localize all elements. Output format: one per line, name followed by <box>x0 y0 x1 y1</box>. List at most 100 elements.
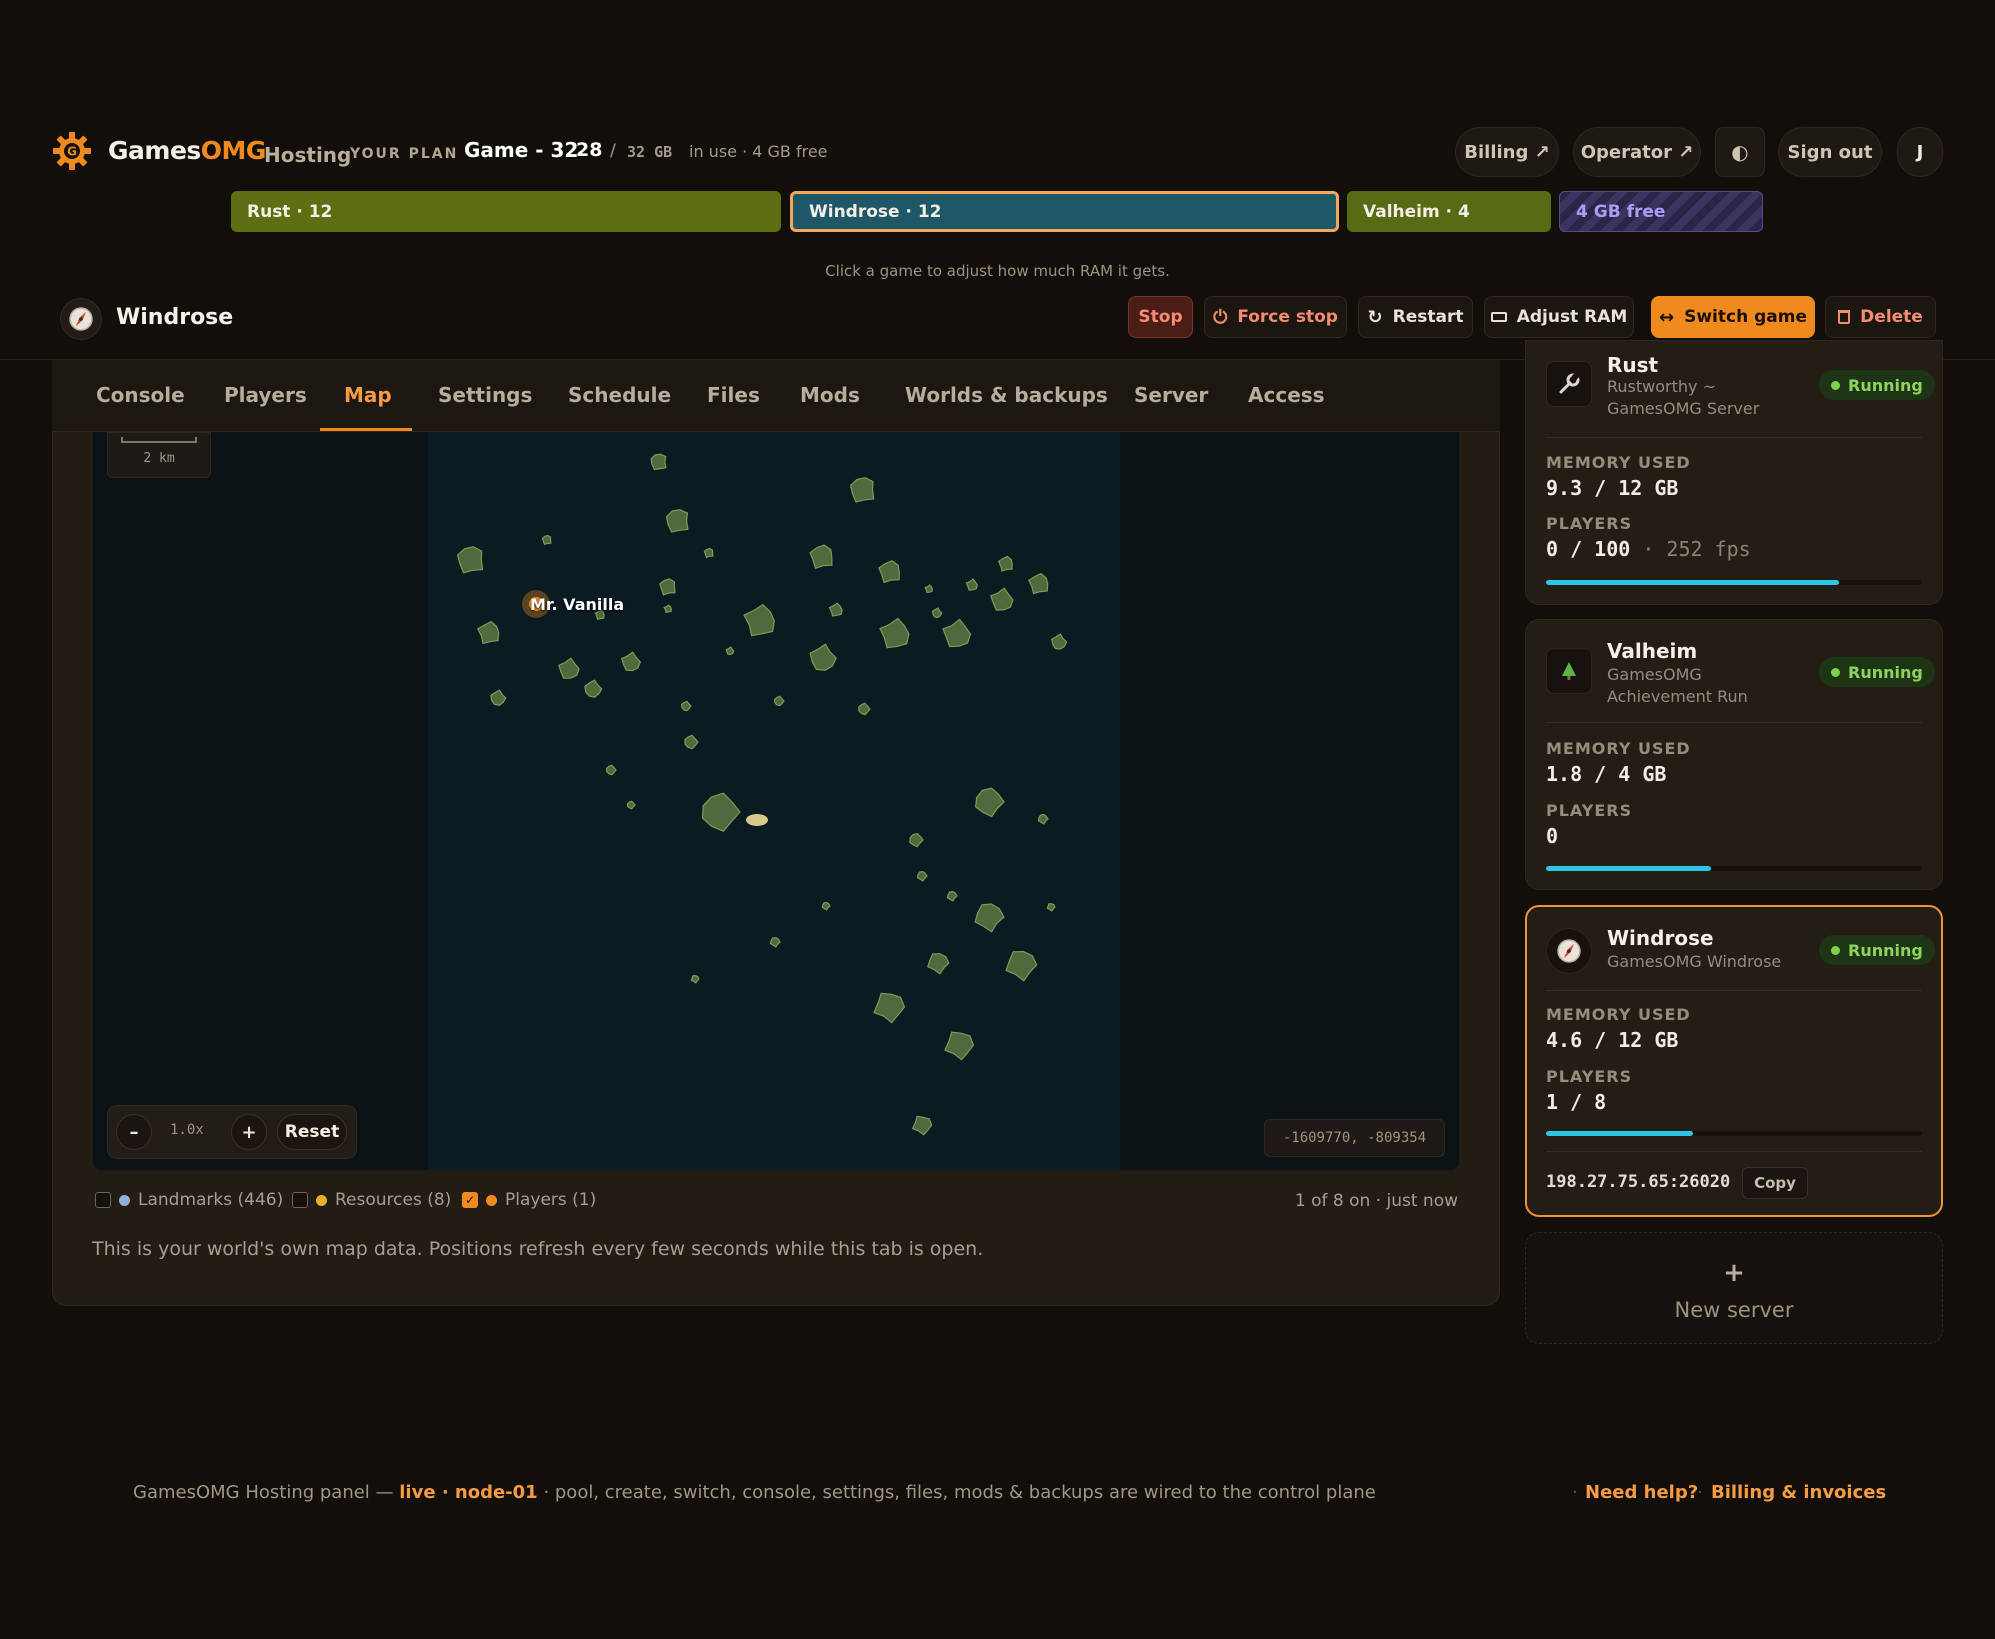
wrench-icon <box>1546 361 1592 407</box>
theme-toggle-icon[interactable]: ◐ <box>1715 127 1765 177</box>
trash-icon <box>1838 310 1851 324</box>
island <box>703 547 714 559</box>
adjust-ram-button[interactable]: Adjust RAM <box>1484 296 1634 338</box>
new-server-card[interactable] <box>1525 1232 1943 1344</box>
island <box>931 607 943 619</box>
tab-settings[interactable]: Settings <box>438 383 532 407</box>
island <box>879 617 910 649</box>
restart-icon: ↻ <box>1367 306 1383 328</box>
plus-icon: + <box>1723 1258 1745 1288</box>
compass-icon <box>1546 928 1592 974</box>
island <box>809 643 837 671</box>
island <box>946 890 958 902</box>
memory-label: MEMORY USED <box>1546 1005 1691 1024</box>
memory-bar-fill <box>1546 866 1711 871</box>
delete-button[interactable]: Delete <box>1825 296 1936 338</box>
memory-bar-fill <box>1546 1131 1693 1136</box>
tab-access[interactable]: Access <box>1248 383 1325 407</box>
island <box>990 587 1014 611</box>
tab-files[interactable]: Files <box>707 383 760 407</box>
zoom-out-button[interactable]: – <box>116 1114 152 1150</box>
status-dot-icon <box>1831 945 1840 955</box>
billing-button[interactable]: Billing ↗ <box>1455 127 1559 177</box>
brand-subtitle: Hosting <box>264 143 352 167</box>
memory-value: 4.6 / 12 GB <box>1546 1028 1679 1052</box>
copy-address-button[interactable]: Copy <box>1742 1167 1808 1199</box>
server-card-windrose[interactable]: Windrose GamesOMG Windrose Running MEMOR… <box>1525 905 1943 1217</box>
landmarks-dot-icon <box>119 1194 130 1206</box>
map-note: This is your world's own map data. Posit… <box>92 1238 984 1260</box>
island <box>858 702 871 716</box>
force-stop-label: Force stop <box>1237 307 1338 327</box>
svg-text:G: G <box>67 145 77 159</box>
island <box>821 901 831 911</box>
players-checkbox-checked[interactable]: ✓ <box>462 1192 478 1208</box>
legend-resources[interactable]: Resources (8) <box>292 1190 451 1210</box>
legend-players[interactable]: ✓ Players (1) <box>462 1190 596 1210</box>
island <box>743 603 775 637</box>
legend-landmarks[interactable]: Landmarks (446) <box>95 1190 283 1210</box>
plan-label: YOUR PLAN <box>350 146 459 162</box>
tab-mods[interactable]: Mods <box>800 383 860 407</box>
server-card-subtitle: GamesOMG Achievement Run <box>1607 665 1748 706</box>
island <box>1028 572 1049 595</box>
players-label: PLAYERS <box>1546 1067 1633 1086</box>
island <box>584 679 603 698</box>
island <box>911 1115 933 1136</box>
zoom-in-button[interactable]: + <box>231 1114 267 1150</box>
map-scale-label: 2 km <box>143 451 175 466</box>
brand-name[interactable]: GamesOMG <box>108 136 266 165</box>
island <box>626 800 636 810</box>
billing-invoices-link[interactable]: Billing & invoices <box>1711 1482 1886 1503</box>
island <box>1037 813 1049 825</box>
players-value: 0 / 100 · 252 fps <box>1546 537 1751 561</box>
island <box>680 700 692 712</box>
memory-icon <box>1490 312 1507 322</box>
players-dot-icon <box>486 1194 497 1206</box>
restart-button[interactable]: ↻ Restart <box>1358 296 1473 338</box>
ram-segment-windrose[interactable]: Windrose · 12 <box>790 191 1339 232</box>
zoom-reset-button[interactable]: Reset <box>277 1114 347 1150</box>
island <box>650 453 667 471</box>
tab-schedule[interactable]: Schedule <box>568 383 671 407</box>
switch-game-label: Switch game <box>1684 307 1807 327</box>
ram-segment-valheim[interactable]: Valheim · 4 <box>1347 191 1551 232</box>
plan-name: Game - 32 <box>464 138 579 162</box>
island <box>878 560 900 584</box>
plan-total-gb: 32 GB <box>627 143 673 161</box>
island <box>997 555 1013 572</box>
tab-server[interactable]: Server <box>1134 383 1208 407</box>
stop-button[interactable]: Stop <box>1128 296 1193 338</box>
landmarks-checkbox[interactable] <box>95 1192 111 1208</box>
server-title: Windrose <box>116 305 234 330</box>
switch-game-button[interactable]: ↔ Switch game <box>1651 296 1815 338</box>
memory-value: 9.3 / 12 GB <box>1546 476 1679 500</box>
server-card-valheim[interactable]: Valheim GamesOMG Achievement Run Running… <box>1525 619 1943 890</box>
status-badge: Running <box>1819 935 1935 965</box>
user-avatar[interactable]: J <box>1897 127 1943 177</box>
operator-button[interactable]: Operator ↗ <box>1573 127 1701 177</box>
tab-map[interactable]: Map <box>344 383 392 407</box>
island <box>828 602 843 617</box>
tab-players[interactable]: Players <box>224 383 307 407</box>
server-address[interactable]: 198.27.75.65:26020 <box>1546 1172 1730 1192</box>
island-highlight <box>746 814 768 826</box>
card-divider <box>1546 722 1922 723</box>
tab-worlds-backups[interactable]: Worlds & backups <box>905 383 1108 407</box>
resources-dot-icon <box>316 1194 327 1206</box>
island <box>916 870 928 882</box>
resources-checkbox[interactable] <box>292 1192 308 1208</box>
tab-console[interactable]: Console <box>96 383 185 407</box>
server-card-title: Windrose <box>1607 926 1714 950</box>
server-card-rust[interactable]: Rust Rustworthy ~ GamesOMG Server Runnin… <box>1525 340 1943 605</box>
footer-text: GamesOMG Hosting panel — live · node-01 … <box>133 1482 1376 1503</box>
card-divider <box>1546 437 1922 438</box>
force-stop-button[interactable]: ⏻ Force stop <box>1204 296 1347 338</box>
ram-segment-rust[interactable]: Rust · 12 <box>231 191 781 232</box>
sign-out-button[interactable]: Sign out <box>1778 127 1882 177</box>
server-card-title: Valheim <box>1607 639 1698 663</box>
island <box>924 584 934 594</box>
help-link[interactable]: Need help? <box>1585 1482 1698 1503</box>
status-dot-icon <box>1831 380 1840 390</box>
restart-label: Restart <box>1392 307 1464 327</box>
